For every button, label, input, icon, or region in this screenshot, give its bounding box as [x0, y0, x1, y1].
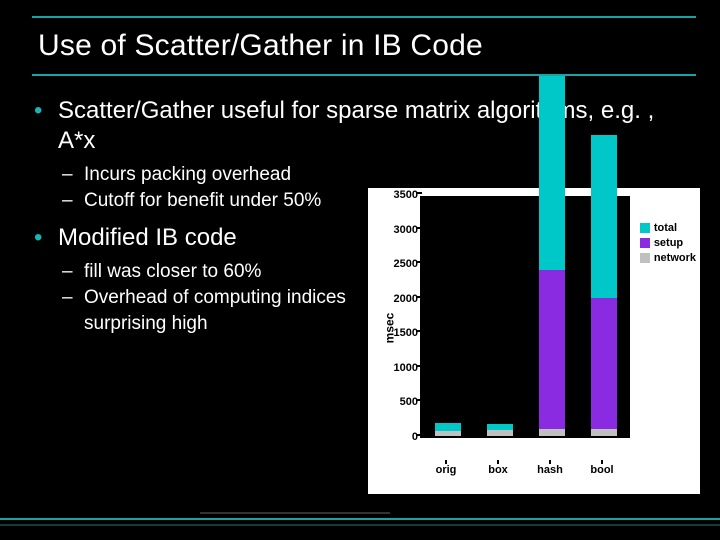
bullet-2a: fill was closer to 60%: [58, 259, 358, 285]
legend-total: total: [640, 222, 696, 234]
chart-plot: 0500100015002000250030003500 msec origbo…: [420, 196, 630, 460]
chart-ytick: 2000: [384, 293, 418, 305]
legend-setup-label: setup: [654, 237, 683, 249]
chart-ytick: 0: [384, 431, 418, 443]
chart-ytick: 3500: [384, 189, 418, 201]
chart-bar: [435, 423, 461, 436]
slide: Use of Scatter/Gather in IB Code Scatter…: [0, 0, 720, 540]
legend-network-label: network: [654, 252, 696, 264]
chart-bar-seg-network: [591, 429, 617, 436]
chart-bar: [539, 76, 565, 436]
chart-ytick: 500: [384, 396, 418, 408]
chart-bar-seg-network: [487, 430, 513, 436]
chart-bar-seg-total: [435, 423, 461, 431]
bullet-2b: Overhead of computing indices surprising…: [58, 285, 358, 336]
legend-total-swatch: [640, 223, 650, 233]
chart-ytick: 2500: [384, 258, 418, 270]
chart-bar-seg-total: [591, 135, 617, 297]
slide-title: Use of Scatter/Gather in IB Code: [38, 29, 483, 63]
chart-bar-seg-total: [487, 424, 513, 431]
chart-legend: total setup network: [640, 222, 696, 267]
footer-line: [200, 512, 390, 514]
legend-network-swatch: [640, 253, 650, 263]
chart-xcat: box: [488, 464, 508, 476]
legend-setup-swatch: [640, 238, 650, 248]
chart-plot-area: 0500100015002000250030003500: [420, 196, 630, 438]
chart-bar-seg-network: [435, 431, 461, 436]
chart-ytick: 3000: [384, 224, 418, 236]
chart-bar-seg-total: [539, 76, 565, 270]
legend-total-label: total: [654, 222, 677, 234]
chart-ylabel: msec: [382, 313, 396, 344]
bullet-2-text: Modified IB code: [58, 224, 237, 251]
chart-xcat: bool: [590, 464, 613, 476]
bottom-rule: [0, 518, 720, 526]
title-band: Use of Scatter/Gather in IB Code: [32, 16, 696, 76]
chart-bar-seg-network: [539, 429, 565, 436]
chart-panel: 0500100015002000250030003500 msec orig bo…: [368, 188, 700, 494]
legend-network: network: [640, 252, 696, 264]
legend-setup: setup: [640, 237, 696, 249]
chart-bar: [591, 135, 617, 436]
chart-bar-seg-setup: [539, 270, 565, 429]
chart-bar-seg-setup: [591, 298, 617, 429]
chart-ytick: 1000: [384, 362, 418, 374]
chart-xcat: hash: [537, 464, 563, 476]
chart-bar: [487, 424, 513, 436]
chart-xcat: orig: [436, 464, 457, 476]
